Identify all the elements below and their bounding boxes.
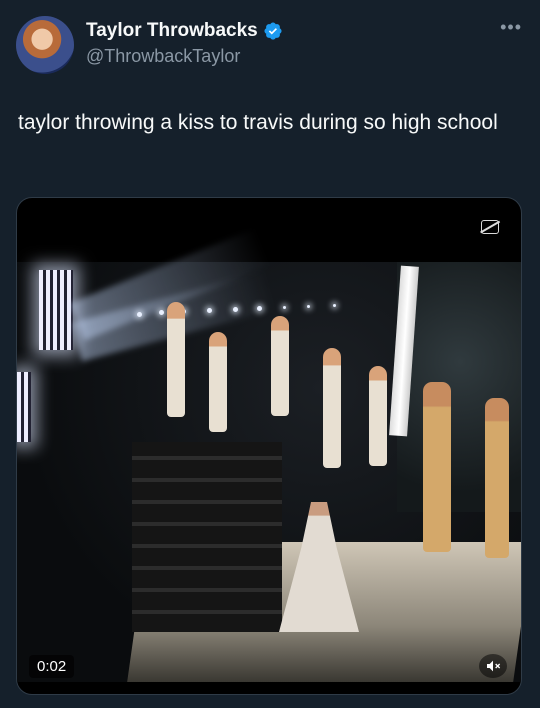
author-handle[interactable]: @ThrowbackTaylor (86, 46, 240, 67)
dancer (271, 316, 289, 416)
more-options-icon[interactable]: ••• (500, 18, 522, 36)
author-display-name[interactable]: Taylor Throwbacks (86, 20, 258, 42)
stage-steps (132, 442, 282, 632)
dancer (209, 332, 227, 432)
video-frame (17, 228, 521, 682)
video-player[interactable]: 0:02 (16, 197, 522, 695)
dancer (485, 398, 509, 558)
dancer (167, 302, 185, 417)
verified-badge-icon (264, 22, 282, 40)
tweet-text: taylor throwing a kiss to travis during … (18, 111, 498, 134)
dancer (323, 348, 341, 468)
light-tower (17, 372, 31, 442)
author-name-row: Taylor Throwbacks (86, 20, 283, 42)
dancer (369, 366, 387, 466)
dancer (423, 382, 451, 552)
author-avatar[interactable] (16, 16, 74, 74)
muted-speaker-icon[interactable] (479, 654, 507, 678)
light-tower (39, 270, 73, 350)
captions-off-icon[interactable] (481, 220, 499, 234)
video-timestamp: 0:02 (29, 655, 75, 678)
